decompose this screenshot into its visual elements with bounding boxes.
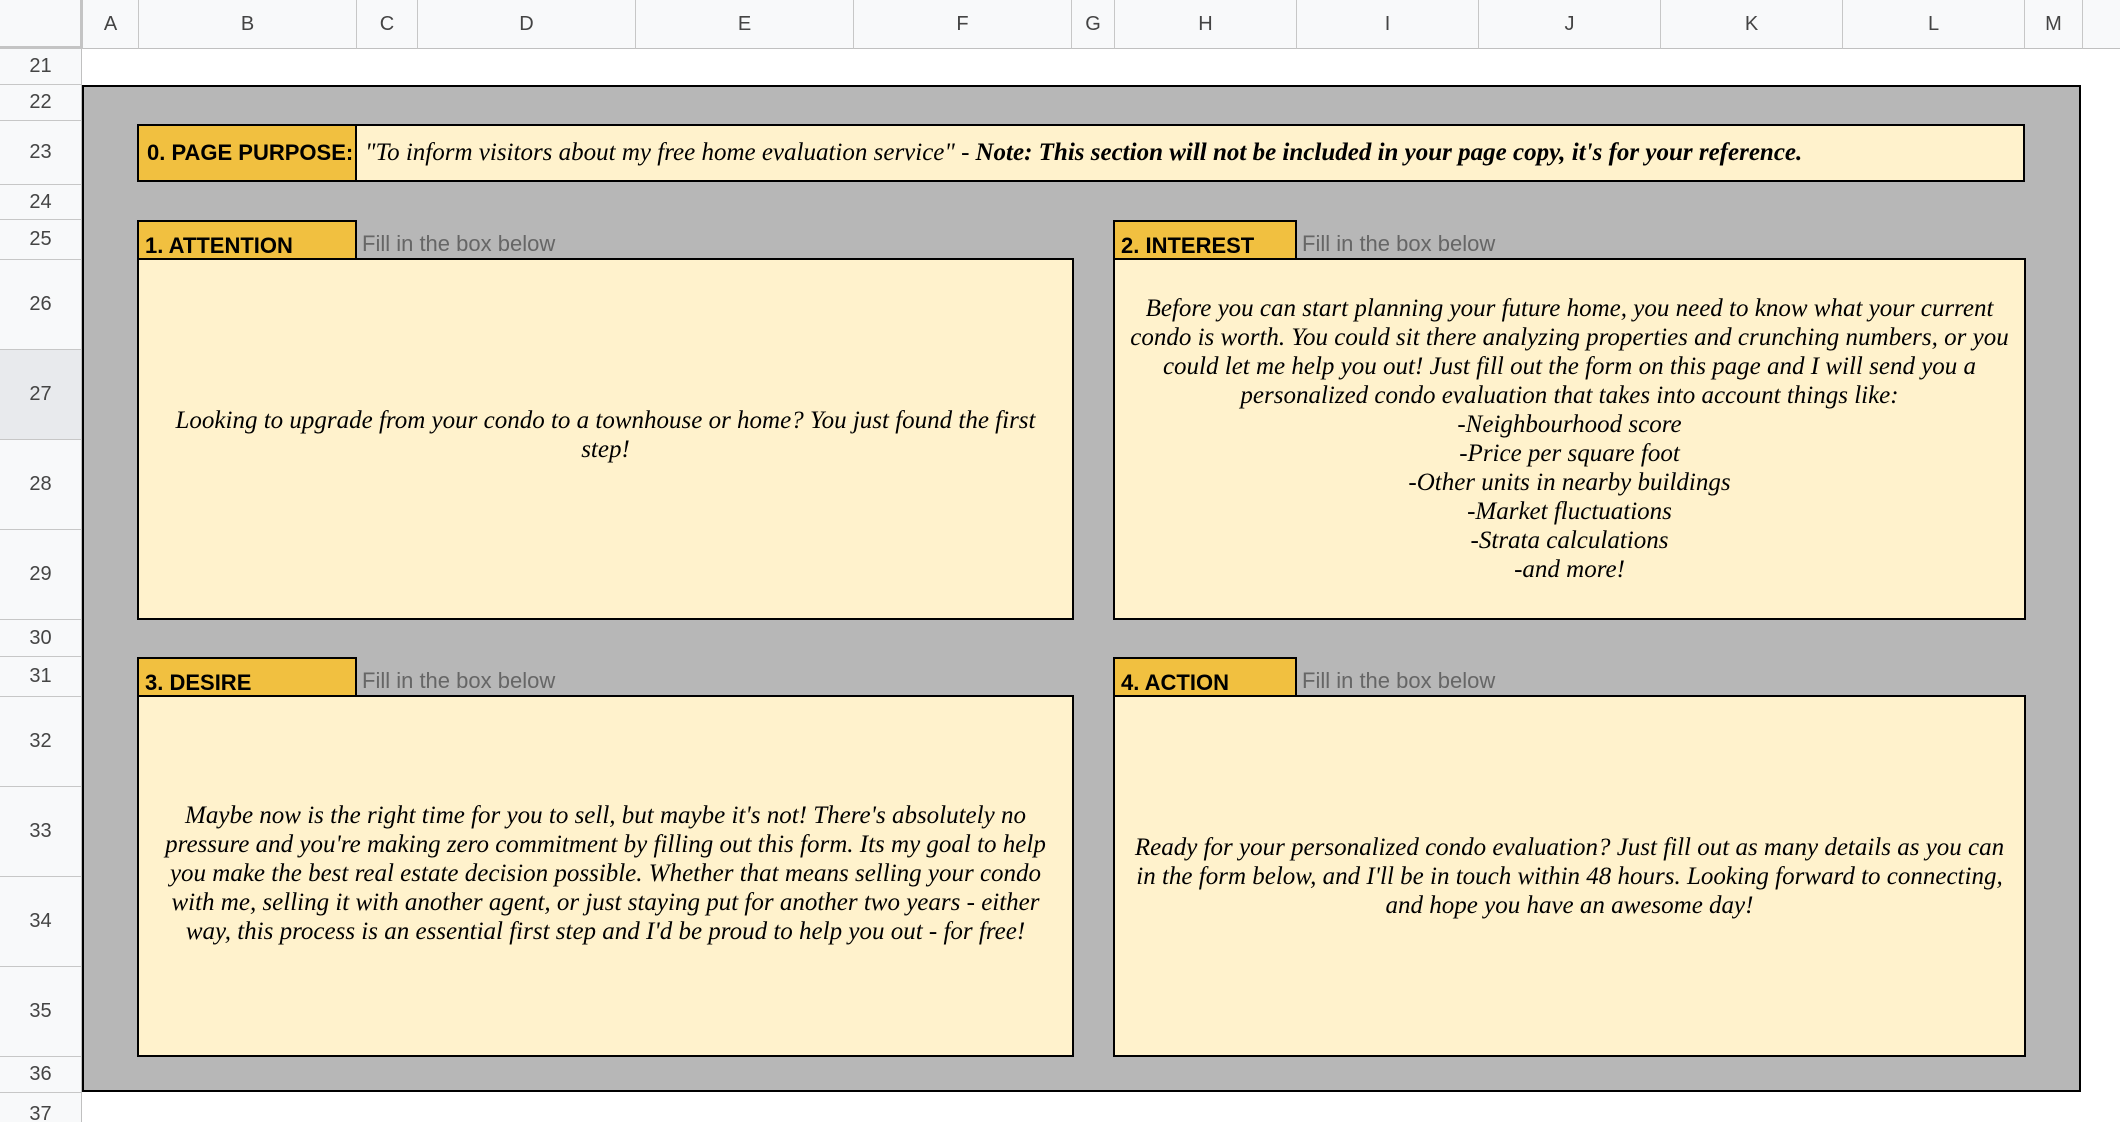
column-header-k[interactable]: K xyxy=(1661,0,1843,49)
row-header-24[interactable]: 24 xyxy=(0,185,82,220)
page-purpose-text: "To inform visitors about my free home e… xyxy=(365,139,970,166)
column-header-j[interactable]: J xyxy=(1479,0,1661,49)
select-all-corner[interactable] xyxy=(0,0,82,49)
column-header-a[interactable]: A xyxy=(83,0,139,49)
column-header-filler xyxy=(2083,0,2120,49)
action-input-box[interactable]: Ready for your personalized condo evalua… xyxy=(1113,695,2026,1057)
row-header-22[interactable]: 22 xyxy=(0,85,82,121)
column-header-h[interactable]: H xyxy=(1115,0,1297,49)
column-header-i[interactable]: I xyxy=(1297,0,1479,49)
desire-label[interactable]: 3. DESIRE xyxy=(137,657,357,697)
row-header-36[interactable]: 36 xyxy=(0,1057,82,1093)
row-header-26[interactable]: 26 xyxy=(0,260,82,350)
row-header-32[interactable]: 32 xyxy=(0,697,82,787)
column-header-l[interactable]: L xyxy=(1843,0,2025,49)
row-header-37[interactable]: 37 xyxy=(0,1093,82,1125)
desire-input-box[interactable]: Maybe now is the right time for you to s… xyxy=(137,695,1074,1057)
column-header-c[interactable]: C xyxy=(357,0,418,49)
row-header-33[interactable]: 33 xyxy=(0,787,82,877)
row-header-29[interactable]: 29 xyxy=(0,530,82,620)
interest-input-box[interactable]: Before you can start planning your futur… xyxy=(1113,258,2026,620)
attention-hint[interactable]: Fill in the box below xyxy=(355,220,755,260)
row-header-30[interactable]: 30 xyxy=(0,620,82,657)
page-purpose-label[interactable]: 0. PAGE PURPOSE: xyxy=(137,124,357,182)
column-header-f[interactable]: F xyxy=(854,0,1072,49)
row-header-21[interactable]: 21 xyxy=(0,49,82,85)
attention-label[interactable]: 1. ATTENTION xyxy=(137,220,357,260)
attention-input-box[interactable]: Looking to upgrade from your condo to a … xyxy=(137,258,1074,620)
row-header-25[interactable]: 25 xyxy=(0,220,82,260)
column-header-g[interactable]: G xyxy=(1072,0,1115,49)
desire-hint[interactable]: Fill in the box below xyxy=(355,657,755,697)
interest-hint[interactable]: Fill in the box below xyxy=(1295,220,1695,260)
row-header-35[interactable]: 35 xyxy=(0,967,82,1057)
row-header-31[interactable]: 31 xyxy=(0,657,82,697)
column-header-d[interactable]: D xyxy=(418,0,636,49)
row-header-34[interactable]: 34 xyxy=(0,877,82,967)
row-header-27[interactable]: 27 xyxy=(0,350,82,440)
page-purpose-cell[interactable]: "To inform visitors about my free home e… xyxy=(355,124,2025,182)
row-header-23[interactable]: 23 xyxy=(0,121,82,185)
page-purpose-note: Note: This section will not be included … xyxy=(975,139,1803,166)
action-hint[interactable]: Fill in the box below xyxy=(1295,657,1695,697)
row-header-28[interactable]: 28 xyxy=(0,440,82,530)
column-header-e[interactable]: E xyxy=(636,0,854,49)
interest-label[interactable]: 2. INTEREST xyxy=(1113,220,1297,260)
column-header-b[interactable]: B xyxy=(139,0,357,49)
column-header-m[interactable]: M xyxy=(2025,0,2083,49)
action-label[interactable]: 4. ACTION xyxy=(1113,657,1297,697)
